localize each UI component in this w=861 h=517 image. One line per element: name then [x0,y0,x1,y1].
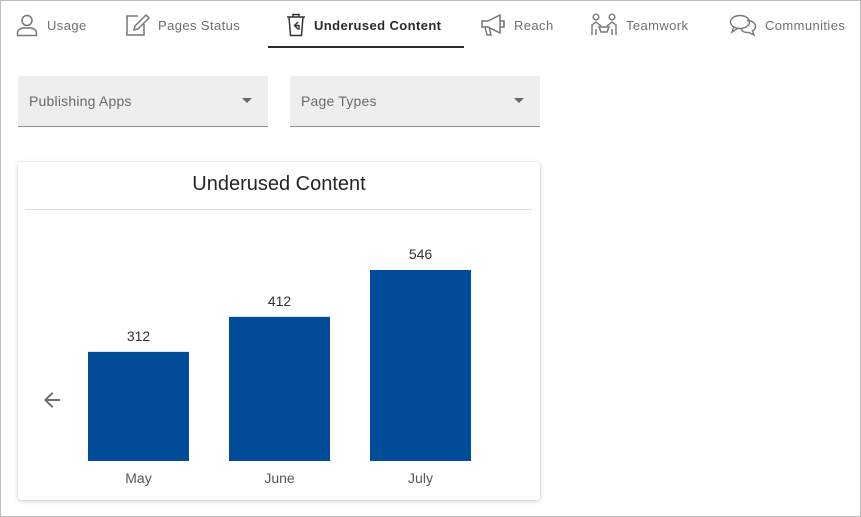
bar-value-label: 312 [127,328,151,344]
tab-pages-status[interactable]: Pages Status [124,0,240,50]
select-placeholder: Publishing Apps [29,93,132,109]
underused-content-card: Underused Content 312 May 412 June 546 July [18,162,540,500]
tab-bar: Usage Pages Status Underused Content Rea… [0,0,861,50]
teamwork-icon [590,13,618,37]
tab-usage[interactable]: Usage [15,0,87,50]
tab-communities[interactable]: Communities [729,0,845,50]
user-icon [15,13,39,37]
publishing-apps-select[interactable]: Publishing Apps [18,76,268,127]
tab-teamwork[interactable]: Teamwork [590,0,688,50]
select-placeholder: Page Types [301,93,377,109]
tab-label: Usage [47,17,87,33]
category-label: June [264,470,295,486]
tab-label: Teamwork [626,17,689,33]
bar-value-label: 412 [268,293,292,309]
card-title: Underused Content [192,173,366,195]
underused-content-bar-chart: 312 May 412 June 546 July [88,246,471,486]
bar-june[interactable] [229,316,330,461]
tab-reach[interactable]: Reach [480,0,554,50]
category-label: July [408,470,433,486]
megaphone-icon [480,13,506,37]
tab-label: Underused Content [314,17,442,33]
tab-label: Pages Status [158,17,241,33]
bar-may[interactable] [88,351,189,461]
tab-label: Reach [514,17,554,33]
category-label: May [125,470,151,486]
chevron-down-icon [514,98,524,103]
page-types-select[interactable]: Page Types [290,76,540,127]
trash-icon [286,13,306,37]
chat-icon [729,13,757,37]
bar-july[interactable] [370,270,471,461]
bar-value-label: 546 [409,246,433,262]
chevron-down-icon [242,98,252,103]
tab-label: Communities [765,17,846,33]
tab-underused-content[interactable]: Underused Content [286,0,441,50]
edit-icon [124,13,150,37]
active-tab-indicator [268,46,464,48]
